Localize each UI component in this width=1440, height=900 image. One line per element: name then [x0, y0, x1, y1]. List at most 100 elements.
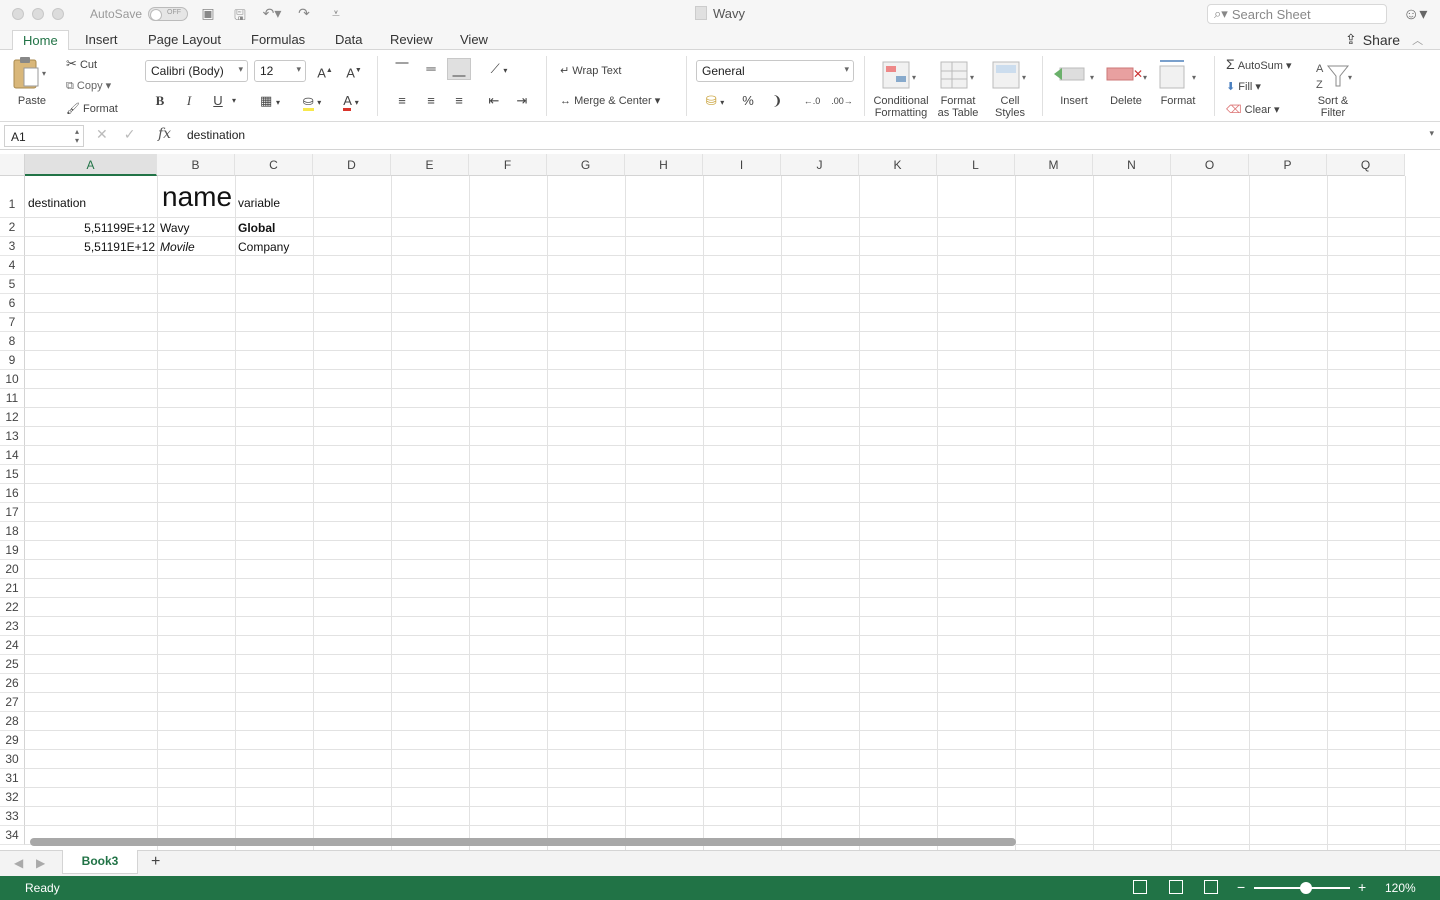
row-header-30[interactable]: 30	[0, 750, 25, 769]
row-header-25[interactable]: 25	[0, 655, 25, 674]
tab-view[interactable]: View	[450, 30, 498, 51]
sort-filter-icon[interactable]: A Z ▾	[1314, 58, 1354, 92]
merge-center-button[interactable]: ↔ Merge & Center ▾	[560, 94, 660, 107]
align-top-icon[interactable]: ⎺	[390, 58, 414, 80]
normal-view-icon[interactable]	[1133, 880, 1147, 894]
share-button[interactable]: ⇪ Share ︿	[1345, 31, 1423, 48]
horizontal-scrollbar[interactable]	[30, 838, 1016, 846]
align-bottom-icon[interactable]: ⎽	[447, 58, 471, 80]
borders-icon[interactable]: ▦ ▾	[252, 90, 288, 112]
cell-a2[interactable]: 5,51199E+12	[25, 221, 155, 235]
expand-formula-bar-icon[interactable]: ▾	[1429, 128, 1434, 139]
row-header-27[interactable]: 27	[0, 693, 25, 712]
column-header-e[interactable]: E	[391, 154, 469, 176]
zoom-level[interactable]: 120%	[1385, 881, 1416, 895]
fill-color-icon[interactable]: ⛀ ▾	[294, 90, 330, 112]
previous-sheet-icon[interactable]: ◀	[14, 856, 23, 870]
column-header-o[interactable]: O	[1171, 154, 1249, 176]
cell-c2[interactable]: Global	[238, 221, 275, 235]
add-sheet-icon[interactable]: +	[151, 853, 160, 871]
page-break-view-icon[interactable]	[1204, 880, 1218, 894]
collapse-ribbon-icon[interactable]: ︿	[1412, 32, 1423, 48]
tab-insert[interactable]: Insert	[75, 30, 128, 51]
row-header-33[interactable]: 33	[0, 807, 25, 826]
row-header-9[interactable]: 9	[0, 351, 25, 370]
clear-button[interactable]: ⌫ Clear ▾	[1226, 103, 1280, 116]
row-header-21[interactable]: 21	[0, 579, 25, 598]
cell-c3[interactable]: Company	[238, 240, 289, 254]
row-header-1[interactable]: 1	[0, 176, 25, 218]
autosum-button[interactable]: Σ AutoSum ▾	[1226, 56, 1292, 72]
cell-a3[interactable]: 5,51191E+12	[25, 240, 155, 254]
tab-data[interactable]: Data	[325, 30, 372, 51]
select-all-corner[interactable]	[0, 154, 25, 176]
column-header-q[interactable]: Q	[1327, 154, 1405, 176]
column-header-i[interactable]: I	[703, 154, 781, 176]
underline-dropdown-icon[interactable]: ▾	[228, 90, 240, 112]
comma-style-button[interactable]: ❩	[765, 90, 789, 112]
row-header-28[interactable]: 28	[0, 712, 25, 731]
zoom-out-icon[interactable]: −	[1237, 879, 1245, 895]
increase-indent-icon[interactable]: ⇥	[510, 90, 534, 112]
decrease-indent-icon[interactable]: ⇤	[482, 90, 506, 112]
row-header-13[interactable]: 13	[0, 427, 25, 446]
italic-button[interactable]: I	[177, 90, 201, 112]
increase-decimal-icon[interactable]: ←.0	[797, 90, 827, 112]
row-header-11[interactable]: 11	[0, 389, 25, 408]
column-header-d[interactable]: D	[313, 154, 391, 176]
cancel-formula-icon[interactable]: ✕	[96, 126, 108, 143]
column-header-j[interactable]: J	[781, 154, 859, 176]
percent-style-button[interactable]: %	[736, 90, 760, 112]
page-layout-view-icon[interactable]	[1169, 880, 1183, 894]
column-header-c[interactable]: C	[235, 154, 313, 176]
row-header-16[interactable]: 16	[0, 484, 25, 503]
row-header-8[interactable]: 8	[0, 332, 25, 351]
bold-button[interactable]: B	[148, 90, 172, 112]
delete-cells-icon[interactable]: ✕ ▾	[1104, 58, 1150, 92]
copy-button[interactable]: ⧉ Copy ▾	[66, 79, 111, 93]
column-header-b[interactable]: B	[157, 154, 235, 176]
tab-review[interactable]: Review	[380, 30, 443, 51]
accounting-format-icon[interactable]: ⛁ ▾	[696, 90, 734, 112]
sheet-tab-book3[interactable]: Book3	[62, 850, 138, 874]
format-cells-icon[interactable]: ▾	[1156, 58, 1202, 92]
row-header-31[interactable]: 31	[0, 769, 25, 788]
row-header-14[interactable]: 14	[0, 446, 25, 465]
orientation-icon[interactable]: ⟋ ▾	[482, 58, 516, 80]
column-header-n[interactable]: N	[1093, 154, 1171, 176]
conditional-formatting-label[interactable]: Conditional Formatting	[868, 95, 934, 119]
tab-page-layout[interactable]: Page Layout	[138, 30, 231, 51]
formula-input[interactable]: destination	[187, 128, 245, 142]
confirm-formula-icon[interactable]: ✓	[124, 126, 136, 143]
wrap-text-button[interactable]: ↵ Wrap Text	[560, 64, 621, 77]
row-header-26[interactable]: 26	[0, 674, 25, 693]
row-header-17[interactable]: 17	[0, 503, 25, 522]
row-header-19[interactable]: 19	[0, 541, 25, 560]
name-box[interactable]: A1 ▴ ▾	[4, 125, 84, 147]
column-header-g[interactable]: G	[547, 154, 625, 176]
column-header-k[interactable]: K	[859, 154, 937, 176]
row-header-23[interactable]: 23	[0, 617, 25, 636]
row-header-22[interactable]: 22	[0, 598, 25, 617]
column-header-m[interactable]: M	[1015, 154, 1093, 176]
font-size-select[interactable]: 12	[254, 60, 306, 82]
feedback-smiley-icon[interactable]: ☺▾	[1403, 4, 1427, 24]
tab-formulas[interactable]: Formulas	[241, 30, 315, 51]
format-painter-button[interactable]: 🖌 Format	[66, 102, 118, 115]
row-header-18[interactable]: 18	[0, 522, 25, 541]
fill-button[interactable]: ⬇ Fill ▾	[1226, 80, 1261, 93]
increase-font-size-icon[interactable]: A▲	[313, 60, 337, 82]
cell-b3[interactable]: Movile	[160, 240, 195, 254]
next-sheet-icon[interactable]: ▶	[36, 856, 45, 870]
decrease-decimal-icon[interactable]: .00→	[827, 90, 857, 112]
row-header-24[interactable]: 24	[0, 636, 25, 655]
cell-b2[interactable]: Wavy	[160, 221, 190, 235]
column-header-p[interactable]: P	[1249, 154, 1327, 176]
zoom-slider-knob[interactable]	[1300, 882, 1312, 894]
sort-filter-label[interactable]: Sort & Filter	[1308, 95, 1358, 119]
row-header-2[interactable]: 2	[0, 218, 25, 237]
column-header-h[interactable]: H	[625, 154, 703, 176]
column-header-f[interactable]: F	[469, 154, 547, 176]
underline-button[interactable]: U	[206, 90, 230, 112]
row-header-15[interactable]: 15	[0, 465, 25, 484]
